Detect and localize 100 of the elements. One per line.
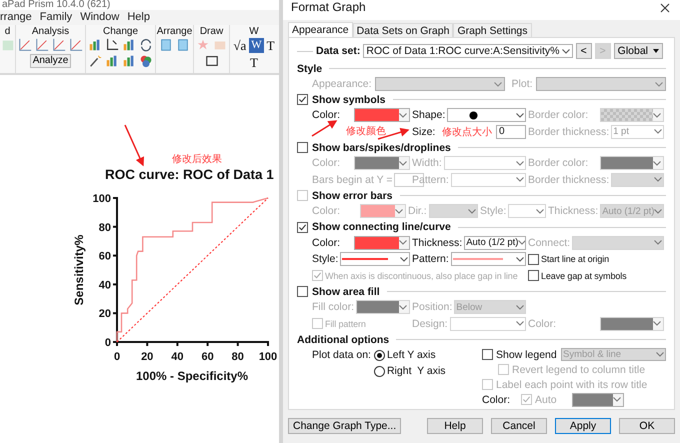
bar-chart-icon[interactable]: [105, 54, 119, 68]
wand-icon[interactable]: [88, 54, 102, 68]
toolbar-glyph[interactable]: W: [249, 38, 264, 53]
line-style-dropdown[interactable]: [340, 252, 410, 266]
analyze-button[interactable]: Analyze: [30, 54, 72, 68]
annotation-arrow: [378, 128, 410, 140]
tab[interactable]: Data Sets on Graph: [352, 23, 454, 37]
previous-button[interactable]: <: [576, 43, 592, 59]
chart-icon[interactable]: [52, 38, 66, 52]
menu-item[interactable]: rrange: [0, 11, 32, 24]
rectangle-icon[interactable]: [204, 54, 218, 68]
radio-button[interactable]: [374, 366, 385, 376]
chevron-down-icon: [654, 177, 662, 182]
color-dropdown[interactable]: [354, 108, 410, 122]
chevron-down-icon: [399, 160, 407, 166]
chevron-down-icon: [612, 397, 621, 402]
checkbox-label: When axis is discontinuous, also place gap in line: [325, 270, 518, 281]
x-tick-label: 40: [171, 351, 184, 364]
color-dropdown[interactable]: [572, 392, 624, 406]
color-dropdown[interactable]: [354, 236, 410, 250]
tab[interactable]: Appearance: [288, 22, 353, 37]
field-label: Position:: [412, 301, 452, 314]
data-set-dropdown[interactable]: ROC of Data 1:ROC curve:A:Sensitivity%: [363, 44, 573, 58]
tab[interactable]: Graph Settings: [453, 23, 532, 37]
section-heading: Show connecting line/curve: [312, 221, 451, 233]
close-icon[interactable]: [660, 3, 670, 13]
checkbox-label: Leave gap at symbols: [541, 270, 627, 281]
chevron-down-icon: [562, 48, 570, 54]
toolbar-glyph[interactable]: √a: [233, 38, 246, 53]
toolbar-glyph[interactable]: T: [266, 38, 275, 53]
chart-title: ROC curve: ROC of Data 1: [105, 167, 274, 182]
section-heading: Additional options: [297, 334, 390, 346]
window-title: aPad Prism 10.4.0 (621): [1, 0, 112, 10]
checkbox[interactable]: [482, 349, 493, 360]
checkbox[interactable]: [297, 142, 308, 153]
dialog-button[interactable]: Help: [427, 418, 483, 434]
chevron-down-icon: [536, 208, 544, 214]
checkbox[interactable]: [297, 94, 308, 105]
checkbox-label: Fill pattern: [325, 318, 366, 329]
dialog-button[interactable]: Apply: [555, 418, 611, 434]
checkbox-label: Label each point with its row title: [496, 378, 648, 390]
field-label: Fill color:: [312, 301, 354, 314]
chart-icon[interactable]: [18, 38, 32, 52]
axes-icon[interactable]: [105, 38, 119, 52]
ribbon-group-label: d: [4, 24, 10, 38]
field-label: Plot data on:: [312, 348, 371, 363]
checkbox[interactable]: [528, 270, 539, 282]
field-label: Color:: [312, 109, 340, 122]
checkbox[interactable]: [297, 286, 308, 297]
circles-icon[interactable]: [139, 54, 153, 68]
dropdown[interactable]: Auto (1/2 pt): [464, 236, 526, 250]
toolbar-glyph[interactable]: T: [250, 54, 258, 70]
bar-chart-icon[interactable]: [122, 38, 136, 52]
bar-chart-icon[interactable]: [88, 38, 102, 52]
field-label: Data set:: [316, 45, 360, 57]
checkbox-label: Auto: [535, 394, 557, 406]
menu-item[interactable]: Window: [80, 11, 120, 24]
x-tick-label: 80: [232, 351, 244, 364]
chevron-down-icon: [654, 129, 662, 134]
annotation-text: 修改颜色: [346, 124, 386, 138]
field-label: Bars begin at Y =: [312, 174, 392, 186]
field-label: Color:: [312, 236, 340, 249]
x-tick-label: 60: [201, 351, 214, 364]
radio-button[interactable]: [374, 350, 385, 360]
star-icon[interactable]: [196, 38, 210, 52]
checkbox[interactable]: [297, 222, 308, 232]
square-icon[interactable]: [159, 38, 173, 52]
caret-icon: [653, 49, 660, 53]
ribbon-group-label: Change: [102, 24, 138, 38]
global-dropdown[interactable]: Global: [614, 43, 664, 59]
field-label: Border color:: [528, 157, 588, 170]
bar-chart-icon[interactable]: [122, 54, 136, 68]
checkbox-label: Start line at origin: [541, 254, 610, 264]
annotation-arrow: [312, 120, 338, 137]
field-label: Size:: [412, 126, 436, 138]
square-icon[interactable]: [176, 38, 190, 52]
dialog-button[interactable]: OK: [619, 418, 675, 434]
chevron-down-icon: [399, 112, 407, 118]
dialog-button[interactable]: Cancel: [491, 418, 547, 434]
annotation-arrow: [124, 124, 144, 166]
ribbon-group-label: Draw: [200, 24, 224, 38]
x-axis-title: 100% - Specificity%: [136, 369, 248, 384]
menu-item[interactable]: Help: [127, 11, 150, 24]
input-field[interactable]: 0: [496, 124, 526, 139]
field-label: Connect:: [528, 236, 570, 249]
menu-item[interactable]: Family: [40, 11, 72, 24]
checkbox[interactable]: [528, 254, 539, 265]
checkbox-label: Revert legend to column title: [512, 364, 646, 376]
chart-icon[interactable]: [35, 38, 49, 52]
chevron-down-icon: [516, 321, 524, 326]
field-label: Plot:: [512, 78, 533, 90]
chart-icon[interactable]: [69, 38, 83, 52]
field-label: Pattern:: [412, 253, 449, 266]
dialog-button[interactable]: Change Graph Type...: [288, 418, 402, 434]
chevron-down-icon: [395, 208, 403, 214]
cycle-icon[interactable]: [139, 38, 153, 52]
field-label: Color:: [528, 318, 556, 330]
field-label: Color:: [482, 394, 510, 406]
chevron-down-icon: [653, 321, 661, 326]
shape-dropdown[interactable]: [447, 108, 526, 122]
